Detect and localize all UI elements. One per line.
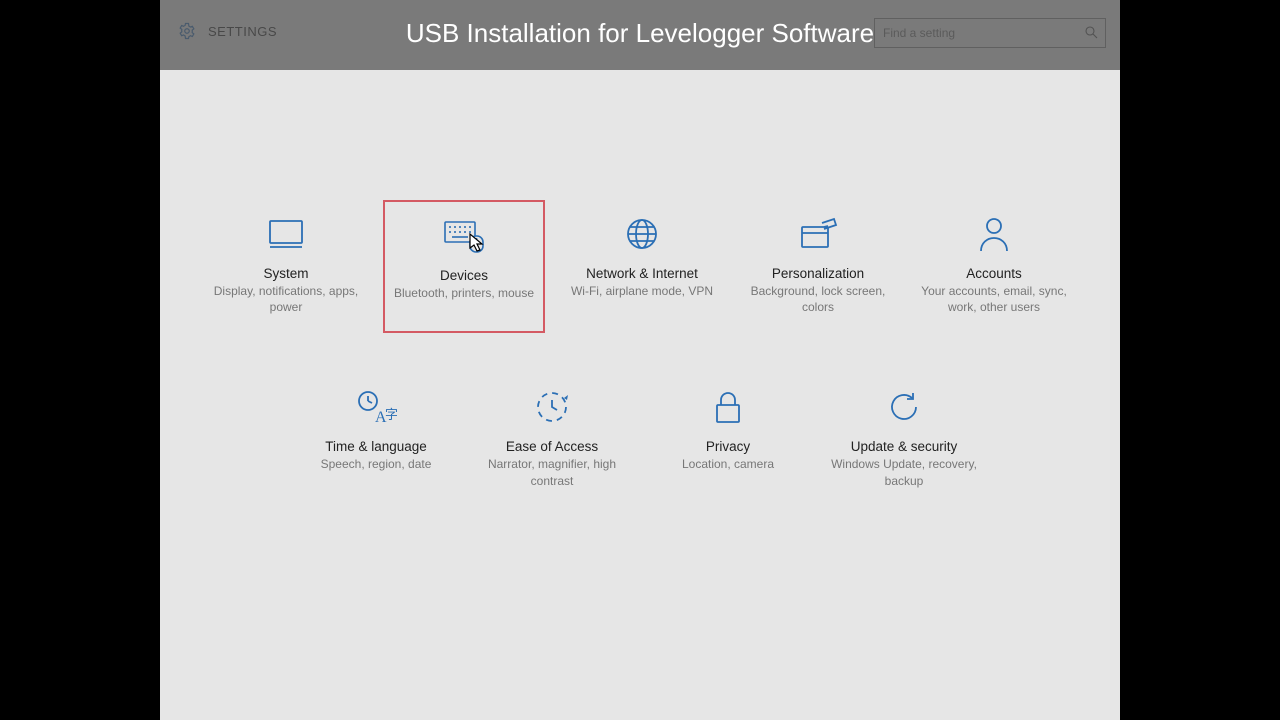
keyboard-icon [389,210,539,262]
banner-title: USB Installation for Levelogger Software [160,18,1120,49]
tile-system[interactable]: System Display, notifications, apps, powe… [207,200,365,333]
ease-icon [477,381,627,433]
overlay-banner: USB Installation for Levelogger Software [160,0,1120,70]
tile-title: Accounts [919,266,1069,281]
tile-title: Devices [389,268,539,283]
lock-icon [653,381,803,433]
tile-title: System [211,266,361,281]
settings-tiles: System Display, notifications, apps, powe… [160,200,1120,507]
display-icon [211,208,361,260]
person-icon [919,208,1069,260]
tile-network[interactable]: Network & Internet Wi-Fi, airplane mode, … [563,200,721,333]
paint-icon [743,208,893,260]
tile-title: Time & language [301,439,451,454]
tile-privacy[interactable]: Privacy Location, camera [649,373,807,506]
tile-title: Update & security [829,439,979,454]
tile-desc: Location, camera [653,456,803,472]
tile-desc: Speech, region, date [301,456,451,472]
globe-icon [567,208,717,260]
tile-update-security[interactable]: Update & security Windows Update, recover… [825,373,983,506]
cursor-icon [467,232,489,254]
svg-text:字: 字 [385,407,397,422]
tile-desc: Windows Update, recovery, backup [829,456,979,488]
tile-desc: Wi-Fi, airplane mode, VPN [567,283,717,299]
tile-ease-of-access[interactable]: Ease of Access Narrator, magnifier, high … [473,373,631,506]
tile-title: Ease of Access [477,439,627,454]
tile-desc: Narrator, magnifier, high contrast [477,456,627,488]
settings-window: SETTINGS USB Installation for Levelogger… [160,0,1120,720]
tile-time-language[interactable]: A字 Time & language Speech, region, date [297,373,455,506]
tile-personalization[interactable]: Personalization Background, lock screen, … [739,200,897,333]
tile-desc: Your accounts, email, sync, work, other … [919,283,1069,315]
tile-desc: Background, lock screen, colors [743,283,893,315]
tile-title: Personalization [743,266,893,281]
tile-title: Privacy [653,439,803,454]
tile-accounts[interactable]: Accounts Your accounts, email, sync, work… [915,200,1073,333]
tile-devices[interactable]: Devices Bluetooth, printers, mouse [383,200,545,333]
tile-desc: Display, notifications, apps, power [211,283,361,315]
tile-desc: Bluetooth, printers, mouse [389,285,539,301]
time-lang-icon: A字 [301,381,451,433]
tile-title: Network & Internet [567,266,717,281]
update-icon [829,381,979,433]
